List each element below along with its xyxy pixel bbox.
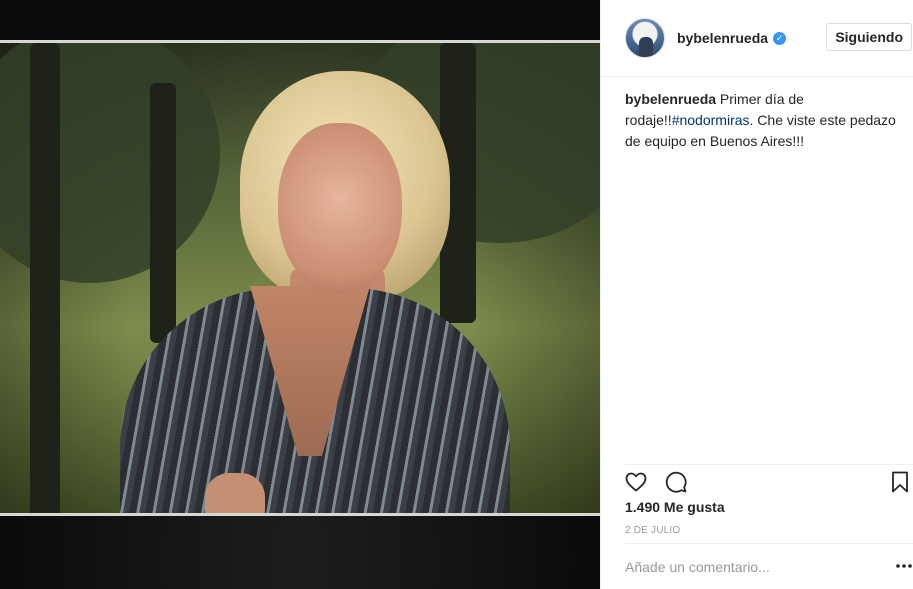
post-sidebar: bybelenrueda ✓ Siguiendo bybelenrueda Pr…: [600, 0, 913, 589]
post-date[interactable]: 2 DE JULIO: [625, 525, 680, 536]
post-caption: bybelenrueda Primer día de rodaje!!#nodo…: [625, 89, 905, 152]
post-header: bybelenrueda ✓ Siguiendo: [601, 0, 913, 77]
caption-username[interactable]: bybelenrueda: [625, 91, 716, 107]
caption-hashtag[interactable]: #nodormiras: [672, 112, 750, 128]
post-photo[interactable]: [0, 0, 600, 589]
instagram-post: bybelenrueda ✓ Siguiendo bybelenrueda Pr…: [0, 0, 913, 589]
comment-icon[interactable]: [663, 469, 689, 495]
header-username[interactable]: bybelenrueda: [677, 30, 768, 46]
comment-box: [625, 543, 913, 589]
bookmark-icon[interactable]: [887, 469, 913, 495]
woman-face: [278, 123, 402, 293]
tree-trunk-mid: [150, 83, 176, 343]
more-options-icon[interactable]: [894, 558, 913, 574]
heart-icon[interactable]: [623, 469, 649, 495]
likes-count[interactable]: 1.490 Me gusta: [625, 499, 725, 515]
avatar[interactable]: [625, 18, 665, 58]
woman-hand: [205, 473, 265, 513]
tree-trunk-left: [30, 43, 60, 513]
photo-image: [0, 40, 600, 516]
post-actions: [625, 464, 913, 494]
following-button[interactable]: Siguiendo: [826, 23, 912, 51]
verified-badge-icon: ✓: [773, 31, 787, 45]
comment-input[interactable]: [625, 558, 865, 575]
